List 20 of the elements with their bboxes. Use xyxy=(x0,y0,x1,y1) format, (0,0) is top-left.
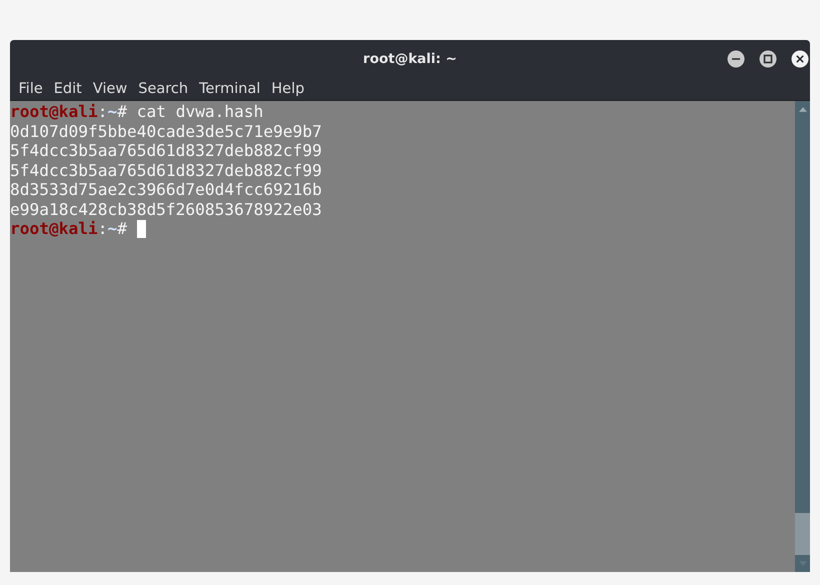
menu-item[interactable]: Search xyxy=(132,81,194,97)
output-line: 5f4dcc3b5aa765d61d8327deb882cf99 xyxy=(10,160,322,180)
scroll-up-icon[interactable] xyxy=(798,107,806,112)
output-line: 5f4dcc3b5aa765d61d8327deb882cf99 xyxy=(10,141,322,160)
scrollbar-thumb[interactable] xyxy=(795,513,810,555)
prompt-line: root@kali:~# xyxy=(10,219,127,238)
window-title: root@kali: ~ xyxy=(363,51,457,67)
output-line: 0d107d09f5bbe40cade3de5c71e9e9b7 xyxy=(10,122,322,141)
menu-item[interactable]: Edit xyxy=(48,81,88,97)
menu-item[interactable]: File xyxy=(13,81,48,97)
output-line: 8d3533d75ae2c3966d7e0d4fcc69216b xyxy=(10,180,322,200)
menu-item[interactable]: View xyxy=(87,81,133,97)
maximize-icon[interactable] xyxy=(759,50,777,68)
output-line: e99a18c428cb38d5f260853678922e03 xyxy=(10,200,322,219)
menu-item[interactable]: Terminal xyxy=(194,81,266,97)
menu-item[interactable]: Help xyxy=(266,81,310,97)
minimize-icon[interactable] xyxy=(727,50,745,68)
scrollbar[interactable] xyxy=(795,101,810,572)
close-icon[interactable] xyxy=(791,50,809,68)
prompt-line: root@kali:~# cat dvwa.hash xyxy=(10,102,264,122)
